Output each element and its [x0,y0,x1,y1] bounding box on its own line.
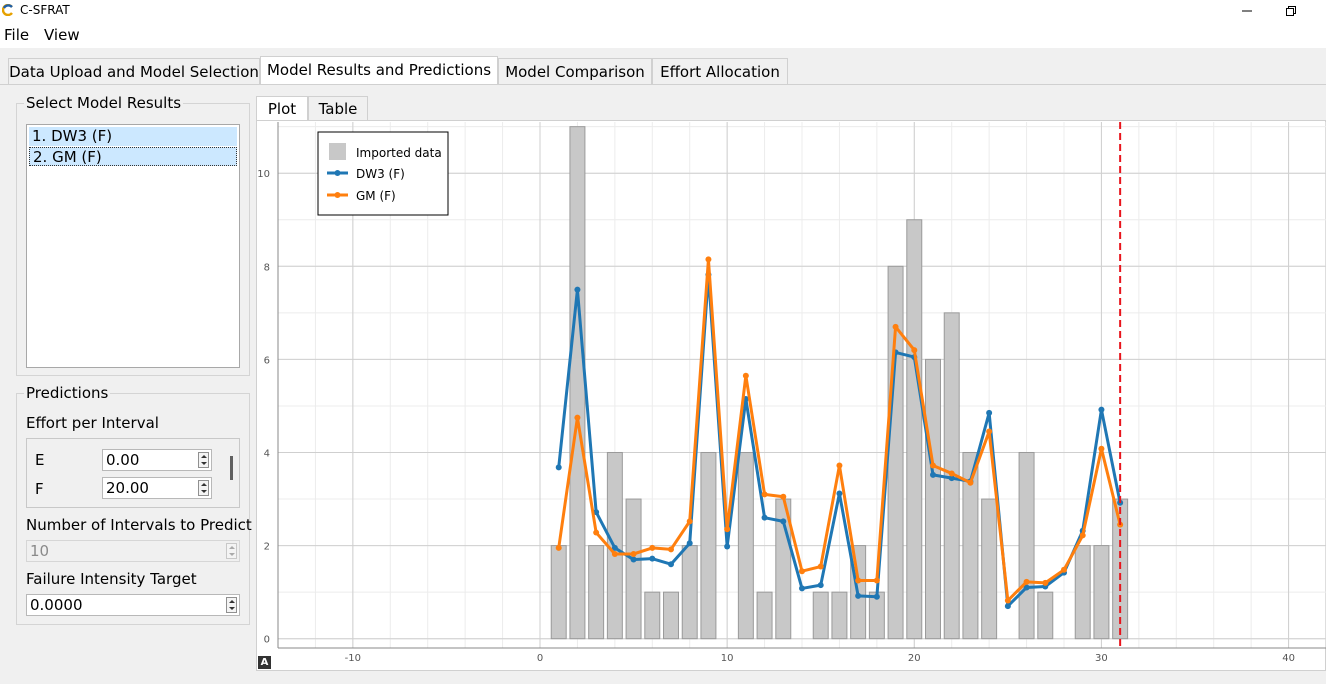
imported-data-bar [1018,451,1035,640]
dw3-point [1098,406,1105,413]
legend-gm-label: GM (F) [356,189,396,203]
legend-gm-marker [334,192,341,198]
gm-point [611,550,618,557]
imported-data-bar [1037,591,1054,640]
gm-point [911,347,918,354]
imported-data-bar [925,358,941,640]
gm-point [817,563,824,570]
gm-point [930,462,936,469]
x-tick-label: -10 [345,653,361,664]
gm-point [1023,578,1030,585]
imported-data-bar [887,265,904,640]
x-tick-label: 0 [537,653,543,664]
gm-point [967,479,974,486]
y-tick-label: 0 [264,635,270,646]
gm-point [574,414,581,421]
imported-data-bar [700,451,717,640]
legend-imported-swatch [329,143,346,160]
dw3-point [668,561,674,568]
dw3-point [574,286,581,293]
y-tick-label: 6 [264,355,270,366]
x-tick-label: 10 [721,653,734,664]
x-tick-label: 20 [908,653,921,664]
gm-point [555,544,562,551]
dw3-point [817,582,824,589]
dw3-point [724,543,731,550]
gm-point [986,428,993,435]
dw3-point [686,540,693,547]
y-tick-label: 8 [264,262,270,273]
dw3-point [555,464,562,471]
legend-dw3-label: DW3 (F) [356,167,405,181]
imported-data-bar [625,498,642,640]
dw3-point [855,592,862,599]
gm-point [649,544,656,551]
gm-point [1079,532,1086,539]
gm-point [892,323,899,330]
x-tick-label: 30 [1095,653,1108,664]
imported-data-bar [569,126,586,640]
gm-point [799,568,805,575]
imported-data-bar [681,545,698,640]
legend-imported-label: Imported data [356,146,442,160]
dw3-point [761,514,768,521]
legend-dw3-marker [334,170,341,176]
imported-data-bar [1093,545,1110,640]
gm-point [1061,566,1067,573]
dw3-point [649,555,656,562]
gm-point [668,546,674,553]
dw3-point [986,409,993,416]
gm-point [873,577,880,584]
dw3-point [799,585,805,592]
imported-data-bar [550,545,567,640]
y-tick-label: 4 [264,448,270,459]
gm-point [686,518,693,525]
dw3-point [1004,603,1011,610]
gm-point [855,577,862,584]
gm-point [742,372,749,379]
imported-data-bar [906,219,923,640]
gm-point [948,470,955,477]
dw3-point [780,518,787,525]
results-chart[interactable]: -10 0 10 20 30 40 0 2 4 6 8 10 Imported data DW3 (F… [0,0,1326,683]
dw3-point [836,490,843,497]
imported-data-bar [756,591,773,640]
autoscale-button[interactable]: A [258,656,271,669]
imported-data-bar [663,591,679,640]
x-tick-label: 40 [1282,653,1295,664]
y-tick-label: 10 [257,169,270,180]
gm-point [761,491,768,498]
imported-data-bar [831,591,848,640]
gm-point [836,462,843,469]
y-tick-label: 2 [264,542,270,553]
imported-data-bar [644,591,661,640]
imported-data-bar [1074,545,1091,640]
dw3-point [873,593,880,600]
gm-point [780,493,787,500]
gm-point [630,550,637,557]
gm-point [1042,579,1049,586]
imported-data-bar [981,498,998,640]
imported-data-bar [812,591,829,640]
gm-point [724,526,731,533]
imported-data-bar [737,451,754,640]
chart-legend: Imported data DW3 (F) GM (F) [317,131,449,216]
gm-point [1098,445,1105,452]
dw3-point [630,556,637,563]
gm-point [593,529,600,536]
imported-data-bar [588,545,605,640]
gm-point [1004,597,1011,604]
dw3-point [930,471,936,478]
gm-point [705,256,712,263]
